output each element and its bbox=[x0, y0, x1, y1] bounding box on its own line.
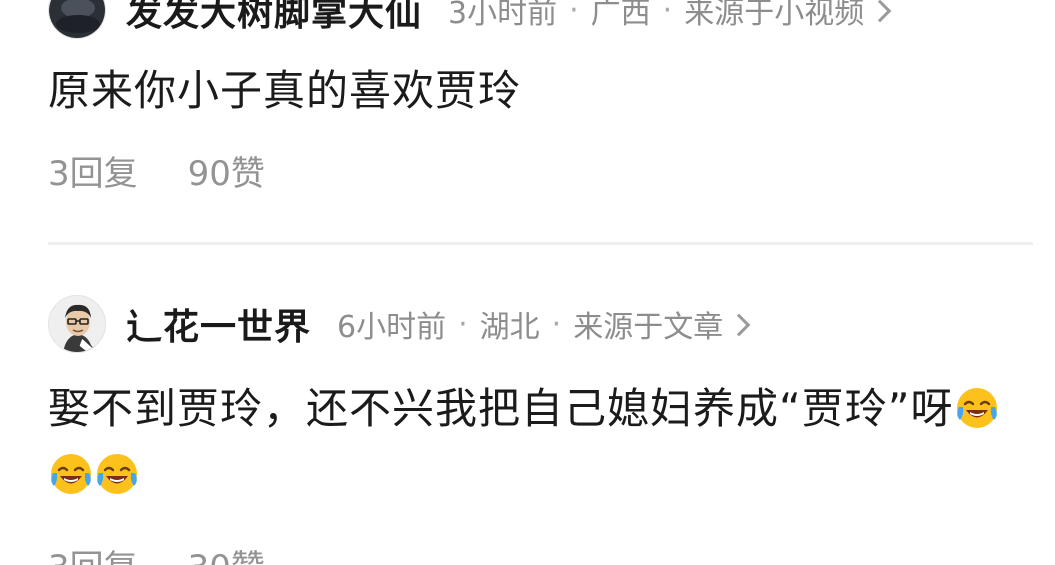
comment-source[interactable]: 来源于小视频 bbox=[684, 0, 864, 32]
dark-avatar-icon bbox=[49, 0, 105, 38]
comment-body: 原来你小子真的喜欢贾玲 bbox=[48, 66, 522, 115]
comment-source[interactable]: 来源于文章 bbox=[573, 302, 723, 346]
comment-text[interactable]: 原来你小子真的喜欢贾玲 bbox=[48, 58, 1008, 124]
post-time: 6小时前 bbox=[337, 310, 447, 345]
meta-separator: · bbox=[662, 0, 673, 28]
meta-separator: · bbox=[569, 0, 579, 28]
laugh-cry-emoji-icon bbox=[97, 454, 137, 494]
reply-count-button[interactable]: 3回复 bbox=[48, 540, 138, 565]
user-location: 湖北 bbox=[479, 310, 540, 345]
comment-meta: 3小时前 · 广西 · 来源于小视频 bbox=[448, 0, 892, 32]
comment-meta: 6小时前 · 湖北 · 来源于文章 bbox=[337, 302, 751, 346]
username[interactable]: 辶花一世界 bbox=[126, 298, 311, 350]
meta-separator: · bbox=[551, 306, 562, 342]
chevron-right-icon[interactable] bbox=[727, 313, 751, 337]
comment-actions: 3回复 90赞 bbox=[48, 146, 265, 195]
laugh-cry-emoji-icon bbox=[956, 388, 997, 428]
reply-count-button[interactable]: 3回复 bbox=[48, 146, 138, 195]
post-time: 3小时前 bbox=[448, 0, 558, 31]
like-button[interactable]: 90赞 bbox=[188, 146, 265, 195]
comment-actions: 3回复 30赞 bbox=[48, 540, 265, 565]
user-avatar[interactable] bbox=[48, 295, 106, 353]
chevron-right-icon[interactable] bbox=[868, 0, 892, 23]
comment-header: 发发大树脚掌大仙 3小时前 · 广西 · 来源于小视频 bbox=[48, 0, 892, 42]
comment-body: 娶不到贾玲，还不兴我把自己媳妇养成“贾玲”呀 bbox=[48, 384, 954, 433]
user-avatar[interactable] bbox=[48, 0, 106, 39]
comment-text[interactable]: 娶不到贾玲，还不兴我把自己媳妇养成“贾玲”呀 bbox=[48, 376, 1008, 508]
comment-header: 辶花一世界 6小时前 · 湖北 · 来源于文章 bbox=[48, 292, 751, 356]
username[interactable]: 发发大树脚掌大仙 bbox=[126, 0, 422, 36]
laugh-cry-emoji-icon bbox=[51, 454, 91, 494]
comment-divider bbox=[48, 242, 1033, 245]
like-button[interactable]: 30赞 bbox=[188, 540, 265, 565]
user-location: 广西 bbox=[590, 0, 651, 31]
cartoon-man-avatar-icon bbox=[49, 296, 105, 352]
meta-separator: · bbox=[458, 306, 468, 342]
